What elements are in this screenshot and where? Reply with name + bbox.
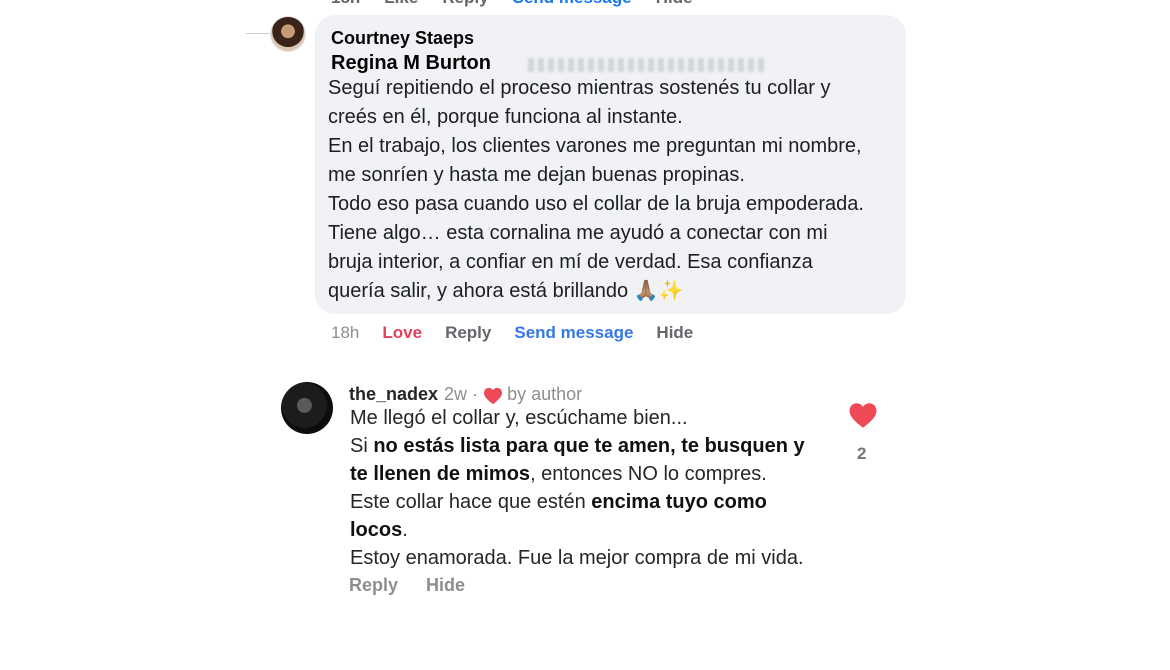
text-segment: Estoy enamorada. Fue la mejor compra de … — [350, 547, 804, 569]
comment-line: En el trabajo, los clientes varones me p… — [328, 135, 862, 157]
comment-age: 2w — [444, 384, 468, 404]
hide-link[interactable]: Hide — [426, 575, 465, 596]
reply-link[interactable]: Reply — [442, 0, 488, 8]
bold-segment: encima tuyo como — [591, 491, 767, 513]
text-segment: Este collar hace que estén — [350, 491, 592, 513]
meta-separator: · — [472, 384, 479, 404]
comment-username[interactable]: the_nadex — [349, 384, 438, 405]
comment-text: Seguí repitiendo el proceso mientras sos… — [328, 74, 908, 306]
comments-screenshot: 18h Like Reply Send message Hide Courtne… — [0, 0, 1170, 670]
comment-line: Estoy enamorada. Fue la mejor compra de … — [350, 544, 805, 572]
comment-text: Me llegó el collar y, escúchame bien... … — [350, 404, 805, 572]
liked-by-author: by author — [507, 384, 583, 404]
previous-comment-actions: 18h Like Reply Send message Hide — [331, 0, 693, 8]
comment-line: quería salir, y ahora está brillando 🙏🏽✨ — [328, 280, 684, 302]
comment-time: 18h — [331, 0, 360, 8]
text-segment: . — [402, 519, 408, 541]
comment-line: bruja interior, a confiar en mí de verda… — [328, 251, 813, 273]
comment-line: locos. — [350, 516, 805, 544]
hide-link[interactable]: Hide — [656, 323, 693, 343]
comment-actions: Reply Hide — [349, 575, 493, 596]
avatar[interactable] — [270, 16, 306, 52]
send-message-link[interactable]: Send message — [513, 0, 632, 8]
like-count: 2 — [857, 444, 867, 463]
like-heart-icon[interactable] — [848, 402, 878, 429]
comment-line: Todo eso pasa cuando uso el collar de la… — [328, 193, 864, 215]
comment-line: Seguí repitiendo el proceso mientras sos… — [328, 77, 831, 99]
comment-header: the_nadex 2w · by author — [349, 384, 582, 405]
bold-segment: locos — [350, 519, 403, 541]
avatar[interactable] — [281, 382, 333, 434]
comment-line: Este collar hace que estén encima tuyo c… — [350, 488, 805, 516]
comment-actions: 18h Love Reply Send message Hide — [331, 323, 716, 343]
thread-connector — [246, 33, 272, 34]
comment-author[interactable]: Courtney Staeps — [331, 28, 474, 49]
bold-segment: no estás lista para que te amen, te busq… — [373, 435, 805, 457]
blurred-text — [528, 58, 768, 72]
text-segment: Si — [350, 435, 374, 457]
comment-time: 18h — [331, 323, 360, 342]
send-message-link[interactable]: Send message — [514, 323, 633, 343]
heart-icon — [484, 387, 503, 404]
reply-link[interactable]: Reply — [445, 323, 491, 343]
hide-link[interactable]: Hide — [656, 0, 693, 8]
comment-line: Me llegó el collar y, escúchame bien... — [350, 404, 805, 432]
comment-line: me sonríen y hasta me dejan buenas propi… — [328, 164, 745, 186]
text-segment: , entonces NO lo compres. — [530, 463, 767, 485]
comment-line: Tiene algo… esta cornalina me ayudó a co… — [328, 222, 828, 244]
comment-line: te llenen de mimos, entonces NO lo compr… — [350, 460, 805, 488]
love-reaction-link[interactable]: Love — [382, 323, 422, 343]
tagged-user[interactable]: Regina M Burton — [331, 52, 491, 75]
comment-line: Si no estás lista para que te amen, te b… — [350, 432, 805, 460]
bold-segment: te llenen de mimos — [350, 463, 531, 485]
comment-line: creés en él, porque funciona al instante… — [328, 106, 683, 128]
reply-link[interactable]: Reply — [349, 575, 398, 596]
like-link[interactable]: Like — [384, 0, 418, 8]
text-segment: Me llegó el collar y, escúchame bien... — [350, 407, 688, 429]
